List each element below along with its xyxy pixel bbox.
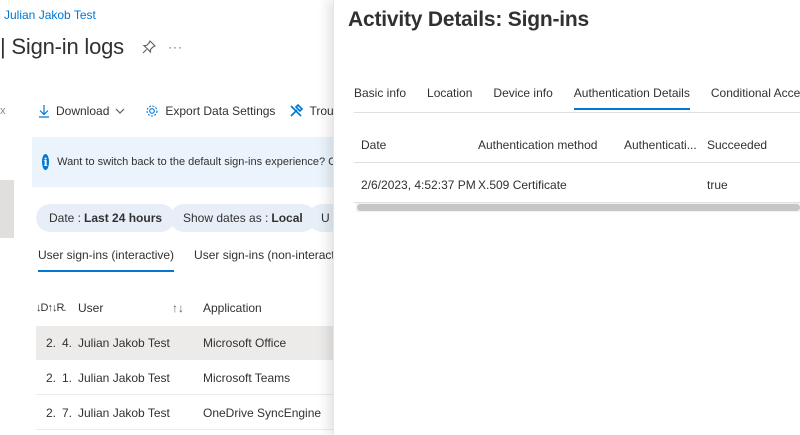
- row-user: Julian Jakob Test: [78, 405, 170, 420]
- tab-authentication-details[interactable]: Authentication Details: [573, 86, 690, 110]
- pin-icon[interactable]: [142, 40, 156, 54]
- info-icon: i: [42, 154, 50, 170]
- date-column-header[interactable]: Date: [361, 138, 386, 152]
- row-application: Microsoft Teams: [203, 370, 291, 385]
- row-application: OneDrive SyncEngine: [203, 405, 322, 420]
- auth-step-column-header[interactable]: Authenticati...: [624, 138, 697, 152]
- auth-table-header: Date Authentication method Authenticati.…: [354, 125, 800, 163]
- activity-details-panel: Activity Details: Sign-ins Basic info Lo…: [333, 0, 800, 435]
- wrench-icon: [290, 104, 304, 117]
- auth-method-column-header[interactable]: Authentication method: [478, 138, 597, 152]
- row-col-b: 4.: [62, 335, 73, 350]
- tabs-divider: [354, 112, 800, 113]
- table-row[interactable]: 2. 4. Julian Jakob Test Microsoft Office: [36, 326, 335, 360]
- info-banner: i Want to switch back to the default sig…: [32, 137, 335, 187]
- page-title: | Sign-in logs: [0, 34, 124, 59]
- gear-icon: [146, 105, 158, 117]
- tab-device-info[interactable]: Device info: [493, 86, 552, 110]
- toolbar: Download Export Data Settings Troublesho…: [38, 104, 335, 118]
- user-column-header[interactable]: User: [78, 301, 103, 315]
- close-icon[interactable]: x: [0, 105, 6, 117]
- row-auth-method: X.509 Certificate: [478, 178, 567, 192]
- export-label: Export Data Settings: [165, 104, 276, 118]
- succeeded-column-header[interactable]: Succeeded: [707, 138, 767, 152]
- row-user: Julian Jakob Test: [78, 335, 170, 350]
- tab-conditional-access[interactable]: Conditional Access: [711, 86, 800, 110]
- details-tabs: Basic info Location Device info Authenti…: [354, 86, 800, 110]
- row-col-a: 2.: [46, 405, 57, 420]
- export-data-settings-button[interactable]: Export Data Settings: [145, 104, 275, 118]
- troubleshoot-button[interactable]: Troubleshoo: [289, 104, 335, 118]
- filter-value: Local: [271, 211, 303, 225]
- filter-prefix: Date :: [49, 211, 82, 225]
- side-nav-stub: [0, 180, 14, 238]
- sort-columns-header[interactable]: ↓D↑↓R.: [36, 302, 66, 314]
- scrollbar-thumb[interactable]: [357, 204, 800, 211]
- application-column-header[interactable]: Application: [203, 301, 262, 315]
- banner-text: Want to switch back to the default sign-…: [57, 156, 335, 168]
- table-row[interactable]: 2/6/2023, 4:52:37 PM X.509 Certificate t…: [354, 165, 800, 203]
- horizontal-scrollbar[interactable]: [356, 203, 800, 212]
- row-application: Microsoft Office: [203, 335, 287, 350]
- row-col-a: 2.: [46, 370, 57, 385]
- panel-title: Activity Details: Sign-ins: [348, 8, 590, 31]
- download-button[interactable]: Download: [38, 104, 131, 118]
- download-icon: [39, 105, 49, 118]
- troubleshoot-label: Troubleshoo: [309, 104, 335, 118]
- page-title-row: | Sign-in logs ···: [0, 34, 183, 60]
- row-col-b: 7.: [62, 405, 73, 420]
- sort-arrows-icon[interactable]: ↑↓: [172, 301, 184, 315]
- filter-prefix: Show dates as :: [183, 211, 269, 225]
- filter-value: Last 24 hours: [84, 211, 163, 225]
- grid-header: ↓D↑↓R. User ↑↓ Application: [0, 296, 335, 320]
- row-succeeded: true: [707, 178, 728, 192]
- row-col-b: 1.: [62, 370, 73, 385]
- tab-non-interactive[interactable]: User sign-ins (non-interactive): [194, 248, 335, 272]
- chevron-down-icon: [115, 108, 125, 114]
- tab-location[interactable]: Location: [427, 86, 472, 110]
- download-label: Download: [56, 104, 110, 118]
- show-dates-filter-pill[interactable]: Show dates as : Local: [170, 204, 316, 232]
- tab-basic-info[interactable]: Basic info: [354, 86, 406, 110]
- table-row[interactable]: 2. 7. Julian Jakob Test OneDrive SyncEng…: [36, 396, 335, 430]
- tab-interactive[interactable]: User sign-ins (interactive): [38, 248, 175, 272]
- sign-in-type-tabs: User sign-ins (interactive) User sign-in…: [38, 248, 335, 272]
- table-row[interactable]: 2. 1. Julian Jakob Test Microsoft Teams: [36, 361, 335, 395]
- more-options-icon[interactable]: ···: [168, 40, 183, 54]
- breadcrumb[interactable]: Julian Jakob Test: [4, 8, 96, 22]
- row-user: Julian Jakob Test: [78, 370, 170, 385]
- filter-prefix: U: [321, 211, 330, 225]
- more-filter-pill[interactable]: U: [308, 204, 335, 232]
- sign-in-logs-page: Julian Jakob Test | Sign-in logs ··· x D…: [0, 0, 335, 435]
- date-filter-pill[interactable]: Date : Last 24 hours: [36, 204, 176, 232]
- row-date: 2/6/2023, 4:52:37 PM: [361, 178, 476, 192]
- row-col-a: 2.: [46, 335, 57, 350]
